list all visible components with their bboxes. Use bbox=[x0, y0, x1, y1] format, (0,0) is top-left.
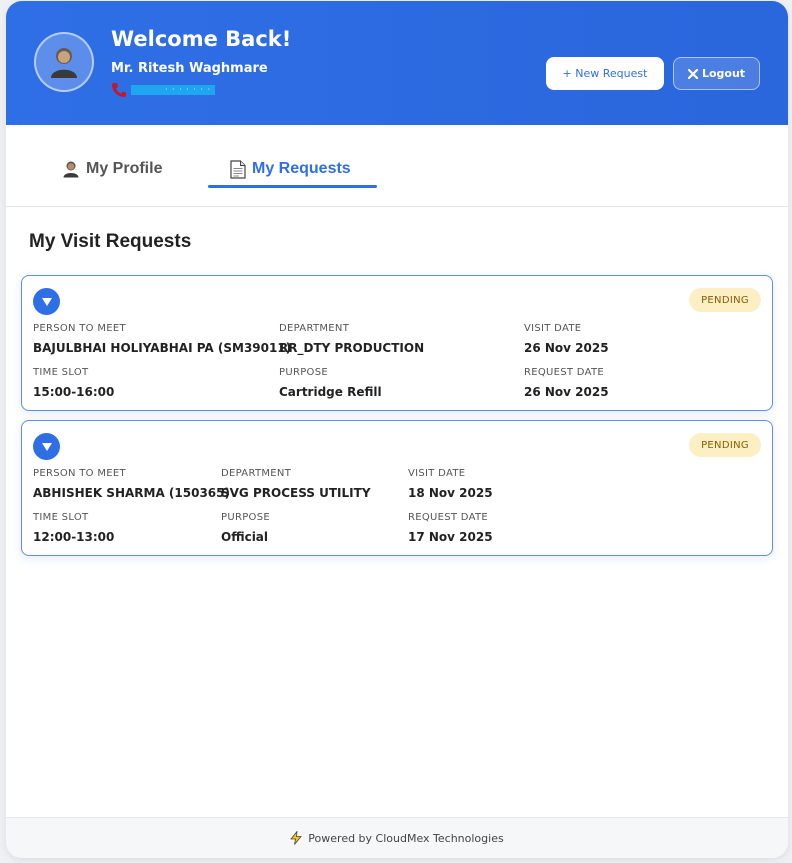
time-slot-label: TIME SLOT bbox=[33, 512, 89, 523]
active-tab-indicator bbox=[208, 185, 377, 188]
request-date-label: REQUEST DATE bbox=[524, 367, 605, 378]
section-title: My Visit Requests bbox=[29, 231, 192, 252]
status-badge: PENDING bbox=[689, 288, 761, 312]
department-value: RR_DTY PRODUCTION bbox=[279, 341, 425, 355]
tab-my-requests[interactable]: My Requests bbox=[230, 151, 351, 187]
tab-my-requests-label: My Requests bbox=[252, 160, 351, 177]
time-slot-value: 15:00-16:00 bbox=[33, 385, 115, 399]
purpose-value: Cartridge Refill bbox=[279, 385, 382, 399]
visit-date-value: 26 Nov 2025 bbox=[524, 341, 609, 355]
purpose-value: Official bbox=[221, 530, 269, 544]
app-window: Welcome Back! Mr. Ritesh Waghmare · · · … bbox=[6, 1, 788, 858]
person-to-meet-value: ABHISHEK SHARMA (150365) bbox=[33, 486, 230, 500]
department-value: SVG PROCESS UTILITY bbox=[221, 486, 371, 500]
avatar bbox=[34, 32, 94, 92]
purpose-label: PURPOSE bbox=[279, 367, 328, 378]
status-badge: PENDING bbox=[689, 433, 761, 457]
document-icon bbox=[230, 159, 246, 179]
phone-icon bbox=[112, 83, 126, 97]
user-avatar-icon bbox=[51, 48, 77, 78]
triangle-down-icon bbox=[41, 442, 52, 451]
visit-date-label: VISIT DATE bbox=[524, 323, 582, 334]
tab-my-profile-label: My Profile bbox=[86, 160, 163, 177]
visit-date-label: VISIT DATE bbox=[408, 468, 466, 479]
lightning-icon bbox=[290, 831, 303, 845]
footer: Powered by CloudMex Technologies bbox=[6, 817, 788, 858]
phone-number-masked: · · · · · · · bbox=[131, 85, 215, 95]
tab-bar: My Profile My Requests bbox=[6, 125, 788, 207]
user-icon bbox=[63, 161, 79, 178]
request-date-value: 17 Nov 2025 bbox=[408, 530, 493, 544]
time-slot-label: TIME SLOT bbox=[33, 367, 89, 378]
person-to-meet-label: PERSON TO MEET bbox=[33, 468, 126, 479]
phone-row: · · · · · · · bbox=[111, 82, 215, 98]
department-label: DEPARTMENT bbox=[221, 468, 292, 479]
expand-toggle-button[interactable] bbox=[33, 288, 60, 315]
welcome-heading: Welcome Back! bbox=[111, 27, 292, 51]
request-date-value: 26 Nov 2025 bbox=[524, 385, 609, 399]
new-request-button[interactable]: + New Request bbox=[546, 57, 664, 90]
header: Welcome Back! Mr. Ritesh Waghmare · · · … bbox=[6, 1, 788, 125]
expand-toggle-button[interactable] bbox=[33, 433, 60, 460]
logout-button[interactable]: Logout bbox=[673, 57, 760, 90]
triangle-down-icon bbox=[41, 297, 52, 306]
footer-text: Powered by CloudMex Technologies bbox=[308, 831, 504, 845]
visit-date-value: 18 Nov 2025 bbox=[408, 486, 493, 500]
person-to-meet-label: PERSON TO MEET bbox=[33, 323, 126, 334]
person-to-meet-value: BAJULBHAI HOLIYABHAI PA (SM39011) bbox=[33, 341, 292, 355]
logout-label: Logout bbox=[701, 67, 746, 80]
tab-my-profile[interactable]: My Profile bbox=[62, 151, 162, 187]
time-slot-value: 12:00-13:00 bbox=[33, 530, 115, 544]
close-icon bbox=[687, 68, 698, 79]
department-label: DEPARTMENT bbox=[279, 323, 350, 334]
purpose-label: PURPOSE bbox=[221, 512, 270, 523]
visit-request-card[interactable]: PENDING PERSON TO MEET BAJULBHAI HOLIYAB… bbox=[21, 275, 773, 411]
user-name: Mr. Ritesh Waghmare bbox=[111, 61, 268, 76]
visit-request-card[interactable]: PENDING PERSON TO MEET ABHISHEK SHARMA (… bbox=[21, 420, 773, 556]
request-date-label: REQUEST DATE bbox=[408, 512, 489, 523]
